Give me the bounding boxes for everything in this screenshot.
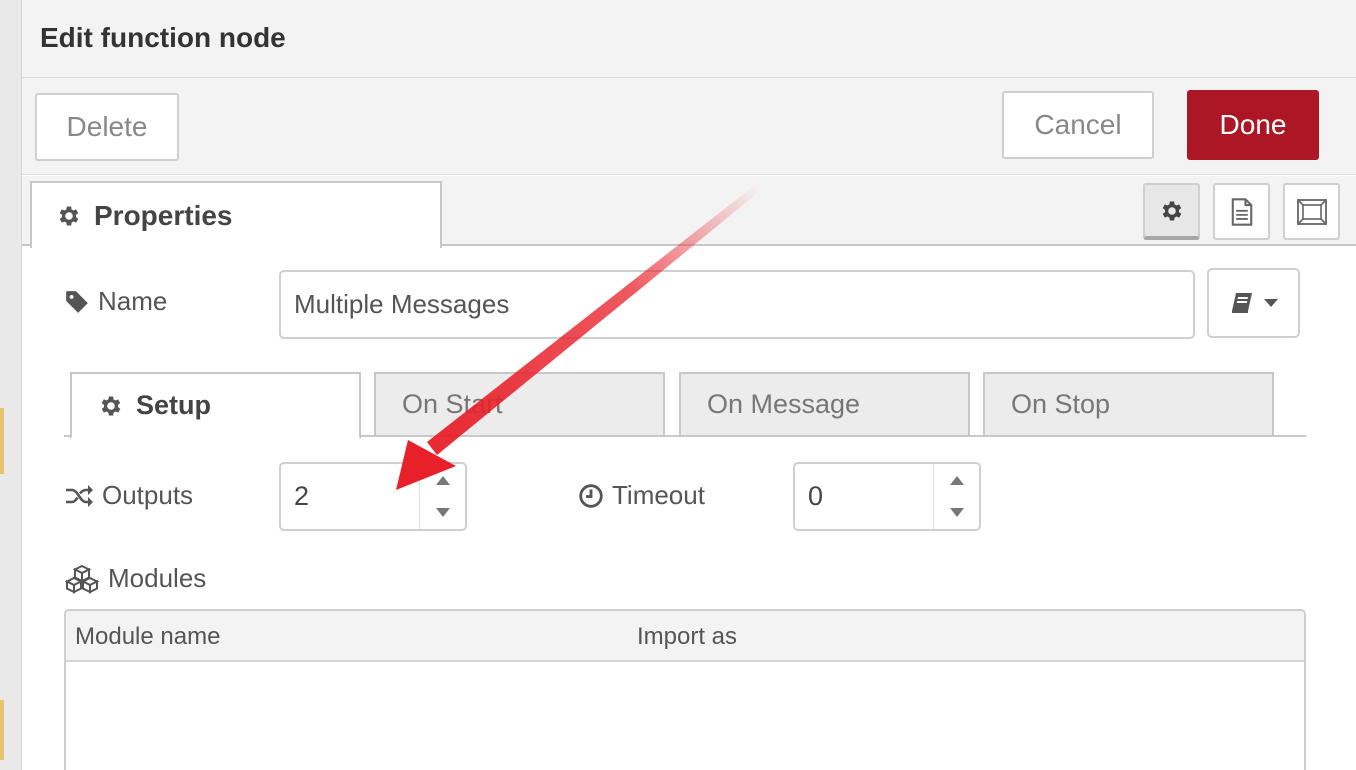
outputs-stepper[interactable]: 2 (279, 462, 467, 531)
gear-icon (101, 395, 121, 416)
function-subtabs: Setup On Start On Message On Stop (64, 370, 1306, 439)
outputs-increment-button[interactable] (420, 464, 465, 497)
subtab-on-start[interactable]: On Start (374, 372, 665, 437)
background-workspace-strip (0, 0, 22, 770)
gear-icon (59, 205, 79, 226)
outputs-decrement-button[interactable] (420, 497, 465, 530)
tab-properties-label: Properties (94, 199, 233, 231)
timeout-label-text: Timeout (612, 480, 705, 510)
timeout-decrement-button[interactable] (934, 497, 979, 530)
subtab-on-message-label: On Message (707, 389, 861, 419)
name-field-label: Name (64, 286, 167, 317)
cancel-button[interactable]: Cancel (1002, 91, 1154, 159)
column-header-module-name: Module name (75, 623, 221, 650)
modules-label-text: Modules (108, 563, 207, 593)
caret-up-icon (949, 475, 964, 485)
dialog-title: Edit function node (40, 22, 286, 53)
caret-down-icon (435, 508, 450, 518)
cubes-icon (64, 564, 100, 594)
timeout-stepper-arrows (933, 464, 979, 529)
workspace-node-edge (0, 408, 4, 474)
book-icon (1231, 293, 1252, 313)
subtab-on-stop[interactable]: On Stop (983, 372, 1274, 437)
clock-icon (579, 483, 603, 508)
name-input[interactable]: Multiple Messages (279, 270, 1195, 339)
timeout-increment-button[interactable] (934, 464, 979, 497)
name-input-value: Multiple Messages (294, 289, 510, 319)
timeout-stepper[interactable]: 0 (793, 462, 981, 531)
library-menu-button[interactable] (1207, 268, 1300, 338)
outputs-label: Outputs (64, 480, 193, 511)
done-button[interactable]: Done (1187, 90, 1319, 160)
outputs-value: 2 (294, 481, 310, 511)
node-appearance-button[interactable] (1283, 183, 1340, 240)
timeout-label: Timeout (578, 480, 705, 511)
gear-icon (1162, 200, 1181, 221)
delete-button[interactable]: Delete (35, 93, 179, 161)
tab-bar: Properties (22, 176, 1356, 248)
subtab-setup-label: Setup (136, 390, 212, 420)
column-header-import-as: Import as (637, 623, 738, 650)
subtab-on-message[interactable]: On Message (679, 372, 970, 437)
subtab-on-start-label: On Start (402, 389, 503, 419)
dialog-header: Edit function node (22, 0, 1356, 78)
modules-table-header: Module name Import as (66, 611, 1304, 662)
subtab-setup[interactable]: Setup (70, 372, 361, 439)
outputs-label-text: Outputs (102, 480, 194, 510)
name-label-text: Name (98, 286, 168, 316)
caret-down-icon (1263, 299, 1278, 307)
random-icon (66, 484, 93, 507)
outputs-stepper-arrows (419, 464, 465, 529)
node-settings-button[interactable] (1143, 183, 1200, 240)
tab-properties[interactable]: Properties (30, 181, 442, 248)
node-description-button[interactable] (1213, 183, 1270, 240)
workspace-node-edge (0, 700, 4, 760)
timeout-value: 0 (808, 481, 824, 511)
modules-table: Module name Import as (64, 609, 1306, 770)
expand-icon (1296, 198, 1327, 225)
tag-icon (66, 290, 88, 313)
dialog-toolbar: Delete Cancel Done (22, 78, 1356, 175)
subtab-on-stop-label: On Stop (1011, 389, 1111, 419)
caret-up-icon (435, 475, 450, 485)
file-text-icon (1231, 197, 1252, 226)
caret-down-icon (949, 508, 964, 518)
modules-label: Modules (64, 563, 206, 594)
